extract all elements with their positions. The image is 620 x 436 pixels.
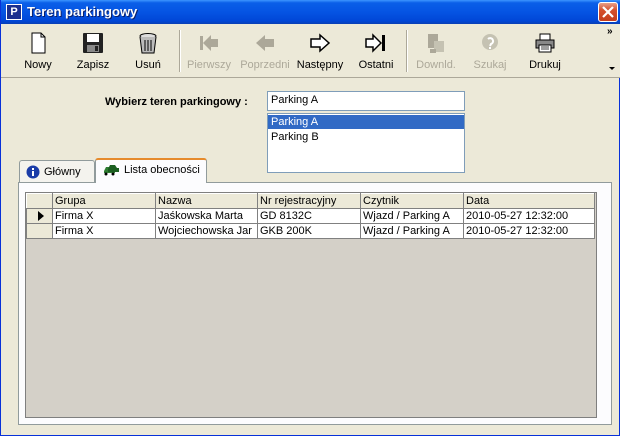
parking-area-label: Wybierz teren parkingowy :: [105, 96, 248, 108]
new-button-label: Nowy: [24, 59, 52, 71]
table-row[interactable]: Firma X Jaśkowska Marta GD 8132C Wjazd /…: [26, 208, 595, 224]
table-cell[interactable]: Wjazd / Parking A: [360, 223, 464, 239]
table-cell[interactable]: Wjazd / Parking A: [360, 208, 464, 224]
table-cell[interactable]: Jaśkowska Marta: [155, 208, 258, 224]
tab-general[interactable]: Główny: [19, 160, 95, 182]
row-indicator-header: [26, 193, 53, 209]
parking-area-input[interactable]: Parking A: [267, 91, 465, 111]
first-button[interactable]: Pierwszy: [183, 28, 235, 74]
table-cell[interactable]: GD 8132C: [257, 208, 361, 224]
delete-button-label: Usuń: [135, 59, 161, 71]
toolbar: Nowy Zapisz Usuń Pierwszy Poprzedni Nast…: [1, 24, 620, 78]
parking-area-option[interactable]: Parking B: [268, 130, 464, 144]
column-header-group[interactable]: Grupa: [52, 193, 156, 209]
column-header-date[interactable]: Data: [463, 193, 595, 209]
tab-attendance-list-label: Lista obecności: [124, 164, 200, 176]
save-button-label: Zapisz: [76, 59, 110, 71]
last-button[interactable]: Ostatni: [351, 28, 401, 74]
application-window: P Teren parkingowy Nowy Zapisz Usuń Pier…: [0, 0, 620, 436]
save-button[interactable]: Zapisz: [67, 28, 119, 74]
column-header-name[interactable]: Nazwa: [155, 193, 258, 209]
table-row[interactable]: Firma X Wojciechowska Jar GKB 200K Wjazd…: [26, 223, 595, 239]
new-document-icon: [31, 32, 46, 54]
tab-attendance-list[interactable]: Lista obecności: [95, 158, 207, 183]
current-row-indicator[interactable]: [26, 208, 53, 224]
app-icon[interactable]: P: [6, 4, 22, 20]
previous-button[interactable]: Poprzedni: [237, 28, 293, 74]
table-cell[interactable]: Firma X: [52, 223, 156, 239]
last-record-icon: [365, 33, 385, 53]
trash-can-icon: [139, 33, 157, 54]
first-record-icon: [200, 35, 218, 51]
toolbar-separator: [406, 30, 408, 72]
info-icon: [26, 165, 40, 179]
table-cell[interactable]: Firma X: [52, 208, 156, 224]
table-cell[interactable]: Wojciechowska Jar: [155, 223, 258, 239]
save-disk-icon: [83, 33, 103, 53]
printer-icon: [535, 33, 555, 53]
table-cell[interactable]: 2010-05-27 12:32:00: [463, 208, 595, 224]
row-indicator[interactable]: [26, 223, 53, 239]
chevron-more-icon: »: [607, 26, 613, 37]
close-button[interactable]: [598, 2, 618, 22]
parking-area-option[interactable]: Parking A: [268, 115, 464, 129]
attendance-grid[interactable]: Grupa Nazwa Nr rejestracyjny Czytnik Dat…: [25, 192, 597, 418]
last-button-label: Ostatni: [358, 59, 394, 71]
attendance-table: Grupa Nazwa Nr rejestracyjny Czytnik Dat…: [26, 193, 595, 239]
print-button-label: Drukuj: [529, 59, 561, 71]
table-header-row: Grupa Nazwa Nr rejestracyjny Czytnik Dat…: [26, 193, 595, 209]
tab-general-label: Główny: [44, 165, 81, 178]
next-arrow-icon: [310, 33, 331, 53]
close-icon: [602, 6, 614, 18]
search-button[interactable]: Szukaj: [465, 28, 515, 74]
dropdown-arrow-icon: [609, 67, 615, 70]
column-header-plate[interactable]: Nr rejestracyjny: [257, 193, 361, 209]
previous-arrow-icon: [256, 35, 274, 51]
download-button[interactable]: Downld.: [411, 28, 461, 74]
window-title: Teren parkingowy: [27, 4, 138, 19]
download-icon: [428, 34, 444, 53]
next-button[interactable]: Następny: [293, 28, 347, 74]
download-button-label: Downld.: [416, 59, 456, 71]
new-button[interactable]: Nowy: [13, 28, 63, 74]
title-bar[interactable]: P Teren parkingowy: [1, 0, 620, 24]
search-button-label: Szukaj: [473, 59, 507, 71]
table-cell[interactable]: 2010-05-27 12:32:00: [463, 223, 595, 239]
table-cell[interactable]: GKB 200K: [257, 223, 361, 239]
toolbar-overflow-chevron[interactable]: »: [607, 26, 617, 76]
delete-button[interactable]: Usuń: [123, 28, 173, 74]
search-icon: [482, 34, 498, 50]
parking-area-list[interactable]: Parking A Parking B: [267, 113, 465, 173]
print-button[interactable]: Drukuj: [519, 28, 571, 74]
first-button-label: Pierwszy: [186, 59, 231, 71]
current-row-arrow-icon: [38, 211, 44, 221]
previous-button-label: Poprzedni: [240, 59, 290, 71]
column-header-reader[interactable]: Czytnik: [360, 193, 464, 209]
cars-icon: [104, 165, 119, 176]
next-button-label: Następny: [296, 59, 344, 71]
toolbar-separator: [179, 30, 181, 72]
